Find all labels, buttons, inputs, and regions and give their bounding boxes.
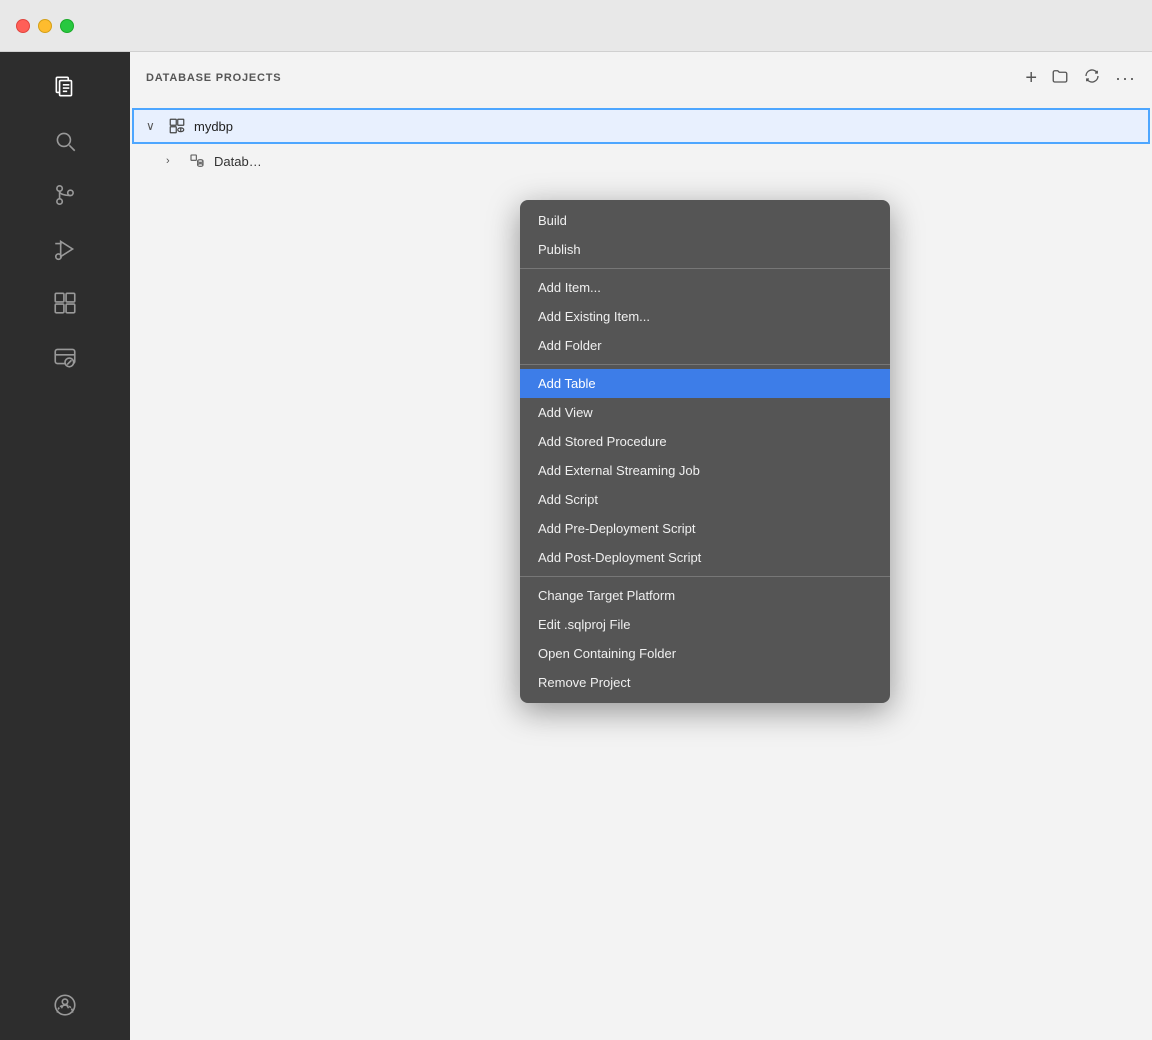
context-menu-item-add-stored-procedure[interactable]: Add Stored Procedure bbox=[520, 427, 890, 456]
context-menu-item-add-external-streaming-job[interactable]: Add External Streaming Job bbox=[520, 456, 890, 485]
context-menu-item-add-folder[interactable]: Add Folder bbox=[520, 331, 890, 360]
sidebar bbox=[0, 52, 130, 1040]
open-folder-button[interactable] bbox=[1051, 67, 1069, 89]
tree-child-label: Datab… bbox=[214, 154, 262, 169]
tree-root-label: mydbp bbox=[194, 119, 233, 134]
more-actions-button[interactable]: ··· bbox=[1115, 69, 1136, 87]
tree-root-chevron: ∨ bbox=[146, 119, 166, 133]
database-project-icon bbox=[166, 115, 188, 137]
context-menu-separator bbox=[520, 268, 890, 269]
minimize-button[interactable] bbox=[38, 19, 52, 33]
sidebar-icon-accounts[interactable] bbox=[40, 980, 90, 1030]
context-menu-item-add-script[interactable]: Add Script bbox=[520, 485, 890, 514]
context-menu-item-change-target-platform[interactable]: Change Target Platform bbox=[520, 581, 890, 610]
context-menu-item-publish[interactable]: Publish bbox=[520, 235, 890, 264]
database-icon bbox=[186, 150, 208, 172]
context-menu-item-add-view[interactable]: Add View bbox=[520, 398, 890, 427]
maximize-button[interactable] bbox=[60, 19, 74, 33]
main-content: DATABASE PROJECTS + ··· bbox=[130, 52, 1152, 1040]
context-menu-item-build[interactable]: Build bbox=[520, 206, 890, 235]
context-menu-item-add-item[interactable]: Add Item... bbox=[520, 273, 890, 302]
close-button[interactable] bbox=[16, 19, 30, 33]
sidebar-icon-remote-explorer[interactable] bbox=[40, 332, 90, 382]
tree-root-item[interactable]: ∨ mydbp bbox=[132, 108, 1150, 144]
sidebar-icon-search[interactable] bbox=[40, 116, 90, 166]
sidebar-icon-files[interactable] bbox=[40, 62, 90, 112]
panel-title: DATABASE PROJECTS bbox=[146, 72, 1013, 84]
context-menu-item-open-containing-folder[interactable]: Open Containing Folder bbox=[520, 639, 890, 668]
tree-child-chevron: › bbox=[166, 155, 186, 167]
add-project-button[interactable]: + bbox=[1025, 68, 1037, 88]
sidebar-icon-source-control[interactable] bbox=[40, 170, 90, 220]
context-menu-separator bbox=[520, 576, 890, 577]
tree-child-item[interactable]: › Datab… bbox=[130, 144, 1152, 178]
context-menu-item-add-table[interactable]: Add Table bbox=[520, 369, 890, 398]
titlebar bbox=[0, 0, 1152, 52]
context-menu: BuildPublish Add Item...Add Existing Item… bbox=[520, 200, 890, 703]
sidebar-icon-extensions[interactable] bbox=[40, 278, 90, 328]
sidebar-icon-run-debug[interactable] bbox=[40, 224, 90, 274]
context-menu-item-edit-sqlproj-file[interactable]: Edit .sqlproj File bbox=[520, 610, 890, 639]
refresh-button[interactable] bbox=[1083, 67, 1101, 89]
context-menu-separator bbox=[520, 364, 890, 365]
context-menu-item-add-existing-item[interactable]: Add Existing Item... bbox=[520, 302, 890, 331]
panel-header: DATABASE PROJECTS + ··· bbox=[130, 52, 1152, 104]
app-body: DATABASE PROJECTS + ··· bbox=[0, 52, 1152, 1040]
context-menu-item-remove-project[interactable]: Remove Project bbox=[520, 668, 890, 697]
context-menu-item-add-pre-deployment-script[interactable]: Add Pre-Deployment Script bbox=[520, 514, 890, 543]
context-menu-item-add-post-deployment-script[interactable]: Add Post-Deployment Script bbox=[520, 543, 890, 572]
panel-actions: + ··· bbox=[1025, 67, 1136, 89]
